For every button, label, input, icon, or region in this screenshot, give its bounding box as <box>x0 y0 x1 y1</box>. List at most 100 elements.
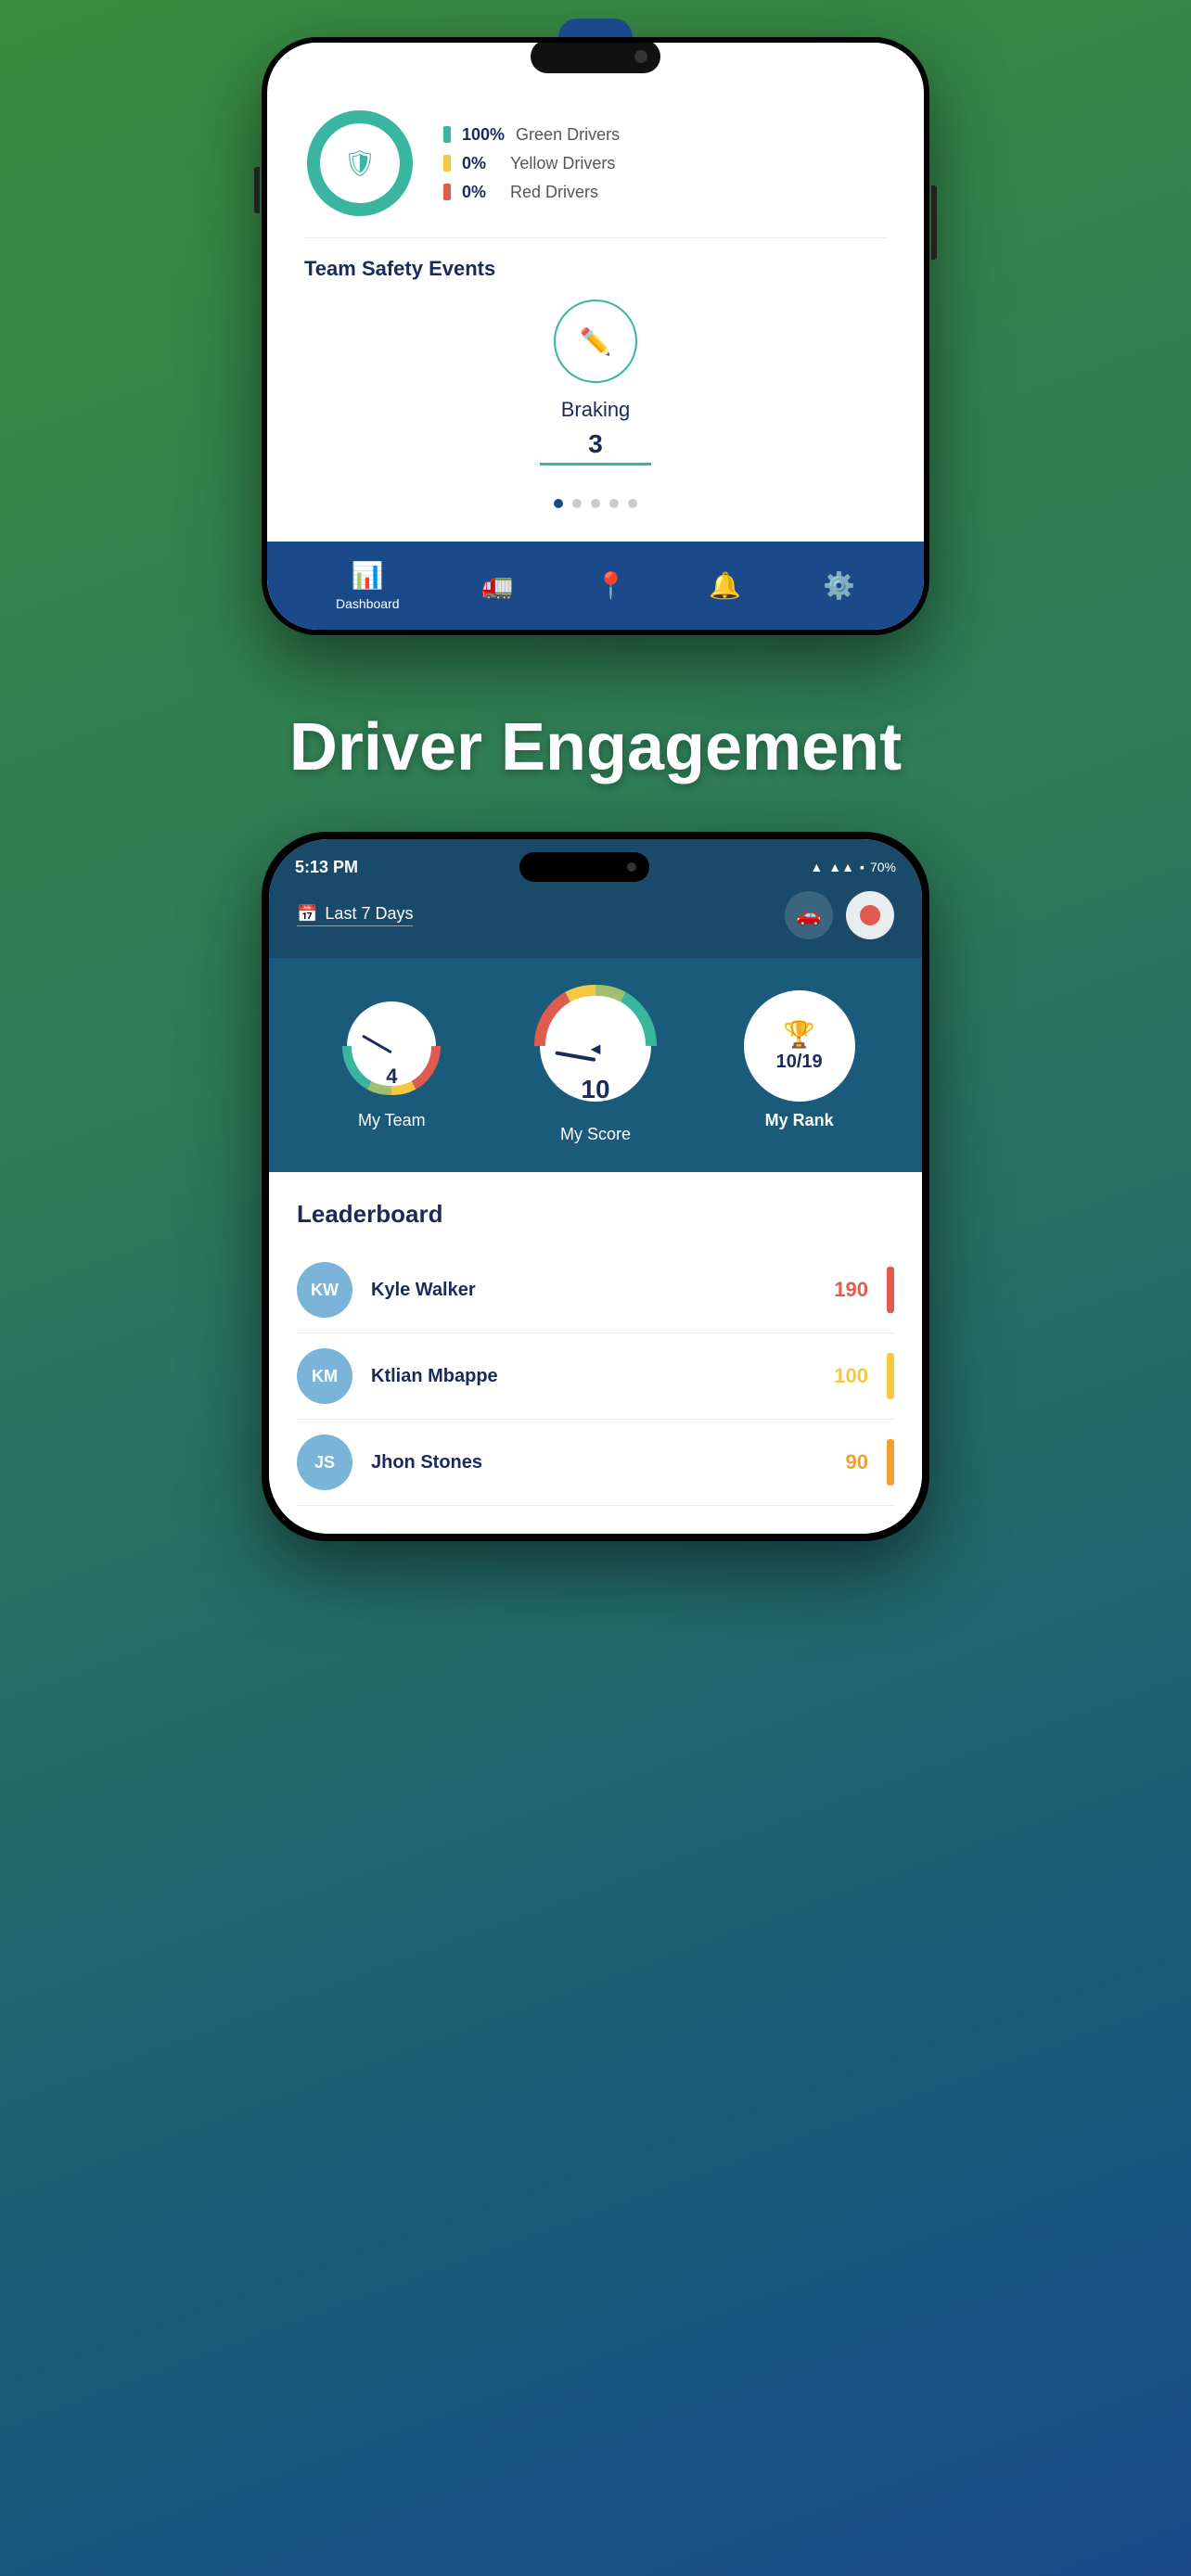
pagination-dots <box>304 484 887 523</box>
gear-icon: ⚙️ <box>823 570 855 601</box>
top-phone-inner: 🛡 100% Green Drivers 0% Yellow Drivers <box>267 43 924 630</box>
shield-donut: 🛡 <box>304 108 416 219</box>
avatar-js: JS <box>297 1435 352 1490</box>
nav-alerts[interactable]: 🔔 <box>709 570 741 601</box>
status-time: 5:13 PM <box>295 858 358 877</box>
bottom-phone: 5:13 PM ▲ ▲▲ ▪ 70% 📅 Last 7 Days 🚗 <box>262 832 929 1541</box>
trophy-icon: 🏆 <box>783 1019 815 1050</box>
notch-camera <box>627 862 636 872</box>
team-safety-title: Team Safety Events <box>304 257 887 281</box>
my-score-label: My Score <box>560 1125 631 1144</box>
yellow-pct: 0% <box>462 154 499 173</box>
location-icon: 📍 <box>595 570 627 601</box>
my-score-gauge: ◀ 10 <box>526 976 665 1116</box>
player-name-km: Ktlian Mbappe <box>371 1366 815 1387</box>
power-button <box>931 185 937 260</box>
status-bar: 5:13 PM ▲ ▲▲ ▪ 70% <box>269 839 922 882</box>
notch <box>519 852 649 882</box>
my-score-arrow: ◀ <box>591 1041 601 1057</box>
driver-stats: 100% Green Drivers 0% Yellow Drivers 0% … <box>443 125 620 202</box>
red-pct: 0% <box>462 183 499 202</box>
leaderboard-section: Leaderboard KW Kyle Walker 190 KM Ktlian… <box>269 1172 922 1534</box>
green-pct: 100% <box>462 125 505 145</box>
nav-fleet[interactable]: 🚛 <box>481 570 514 601</box>
shield-stats-row: 🛡 100% Green Drivers 0% Yellow Drivers <box>304 89 887 237</box>
team-safety-section: Team Safety Events ✏️ Braking 3 <box>304 237 887 542</box>
date-filter-label: Last 7 Days <box>325 904 413 924</box>
green-drivers-row: 100% Green Drivers <box>443 125 620 145</box>
dot-1 <box>554 499 563 508</box>
my-rank-score: 🏆 10/19 My Rank <box>744 990 855 1130</box>
event-name: Braking <box>304 398 887 422</box>
dot-2 <box>572 499 582 508</box>
my-team-label: My Team <box>358 1111 426 1130</box>
bottom-nav: 📊 Dashboard 🚛 📍 🔔 ⚙️ <box>267 542 924 630</box>
score-bar-kw <box>887 1267 894 1313</box>
leaderboard-row-2[interactable]: KM Ktlian Mbappe 100 <box>297 1333 894 1420</box>
my-rank-value: 10/19 <box>776 1052 823 1073</box>
battery-icon: ▪ <box>860 860 864 874</box>
my-score: ◀ 10 My Score <box>526 976 665 1144</box>
my-rank-circle: 🏆 10/19 <box>744 990 855 1102</box>
player-name-js: Jhon Stones <box>371 1452 827 1473</box>
dashboard-label: Dashboard <box>336 596 400 611</box>
event-value-wrap: 3 <box>304 429 887 465</box>
green-bar <box>443 126 451 143</box>
top-phone-status-area <box>267 43 924 61</box>
section-heading: Driver Engagement <box>289 709 902 785</box>
action-buttons: 🚗 <box>785 891 894 939</box>
player-score-kw: 190 <box>834 1278 868 1302</box>
player-score-js: 90 <box>846 1450 868 1474</box>
record-button[interactable] <box>846 891 894 939</box>
event-value: 3 <box>540 429 651 465</box>
my-score-value: 10 <box>581 1075 609 1104</box>
nav-settings[interactable]: ⚙️ <box>823 570 855 601</box>
bell-icon: 🔔 <box>709 570 741 601</box>
status-icons: ▲ ▲▲ ▪ 70% <box>810 860 896 874</box>
yellow-label: Yellow Drivers <box>510 154 615 173</box>
vehicle-check-button[interactable]: 🚗 <box>785 891 833 939</box>
signal-icon: ▲▲ <box>828 860 854 874</box>
leaderboard-title: Leaderboard <box>297 1200 894 1229</box>
date-filter[interactable]: 📅 Last 7 Days <box>297 904 413 926</box>
leaderboard-row-3[interactable]: JS Jhon Stones 90 <box>297 1420 894 1506</box>
score-bar-km <box>887 1353 894 1399</box>
my-team-score: 4 My Team <box>336 990 447 1130</box>
volume-button <box>254 167 260 213</box>
leaderboard-row-1[interactable]: KW Kyle Walker 190 <box>297 1247 894 1333</box>
wifi-icon: ▲ <box>810 860 823 874</box>
braking-icon: ✏️ <box>580 326 612 357</box>
red-label: Red Drivers <box>510 183 598 202</box>
red-drivers-row: 0% Red Drivers <box>443 183 620 202</box>
avatar-kw: KW <box>297 1262 352 1318</box>
dot-4 <box>609 499 619 508</box>
avatar-km: KM <box>297 1348 352 1404</box>
top-phone-frame: 🛡 100% Green Drivers 0% Yellow Drivers <box>262 37 929 691</box>
dashboard-icon: 📊 <box>352 560 384 591</box>
yellow-drivers-row: 0% Yellow Drivers <box>443 154 620 173</box>
bottom-phone-inner: 5:13 PM ▲ ▲▲ ▪ 70% 📅 Last 7 Days 🚗 <box>269 839 922 1534</box>
scores-section: 4 My Team <box>269 958 922 1172</box>
player-score-km: 100 <box>834 1364 868 1388</box>
my-team-gauge: 4 <box>336 990 447 1102</box>
battery-pct: 70% <box>870 860 896 874</box>
top-phone: 🛡 100% Green Drivers 0% Yellow Drivers <box>262 37 929 635</box>
score-bar-js <box>887 1439 894 1486</box>
yellow-bar <box>443 155 451 172</box>
dot-3 <box>591 499 600 508</box>
my-rank-label: My Rank <box>765 1111 834 1130</box>
record-dot <box>860 905 880 925</box>
dot-5 <box>628 499 637 508</box>
green-label: Green Drivers <box>516 125 620 145</box>
shield-icon: 🛡 <box>343 148 377 179</box>
fleet-icon: 🚛 <box>481 570 514 601</box>
top-phone-content: 🛡 100% Green Drivers 0% Yellow Drivers <box>267 61 924 542</box>
nav-dashboard[interactable]: 📊 Dashboard <box>336 560 400 611</box>
my-team-value: 4 <box>386 1065 397 1089</box>
top-action-bar: 📅 Last 7 Days 🚗 <box>269 882 922 958</box>
calendar-icon: 📅 <box>297 904 317 924</box>
braking-icon-circle: ✏️ <box>554 300 637 383</box>
nav-location[interactable]: 📍 <box>595 570 627 601</box>
red-bar <box>443 184 451 200</box>
player-name-kw: Kyle Walker <box>371 1280 815 1301</box>
